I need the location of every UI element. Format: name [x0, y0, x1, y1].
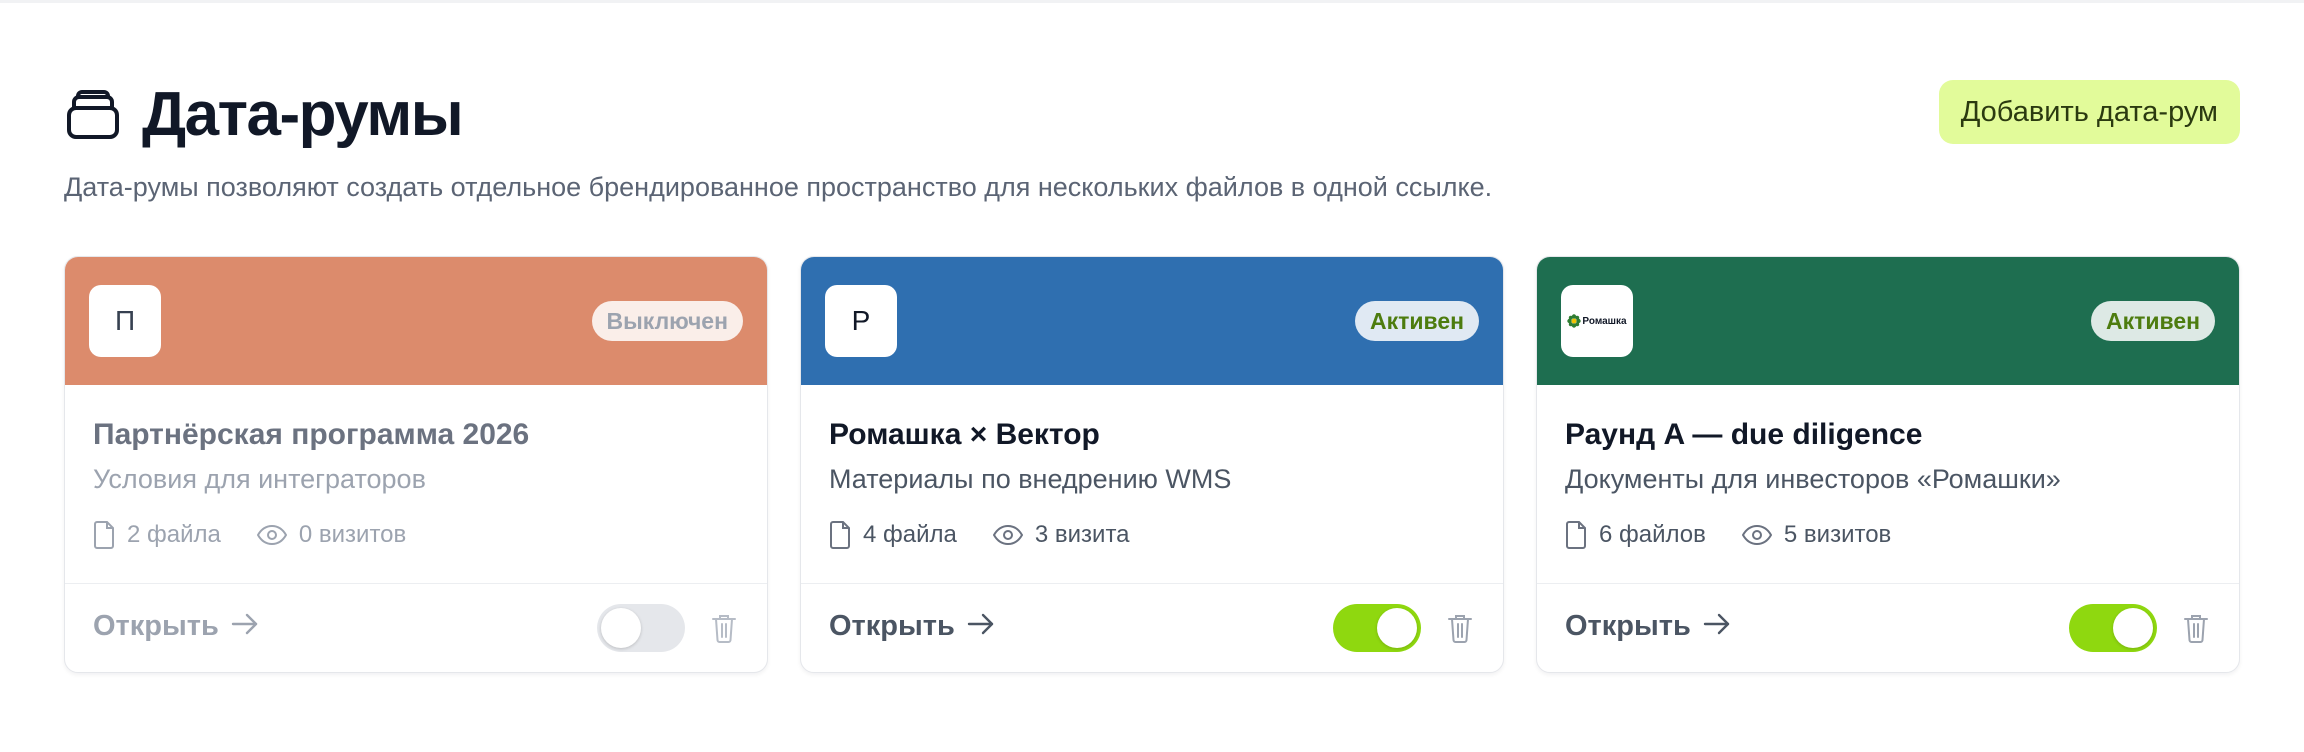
room-title: Раунд A — due diligence [1565, 418, 1923, 451]
arrow-right-icon [967, 610, 995, 643]
room-description: Материалы по внедрению WMS [829, 464, 1232, 494]
status-badge: Активен [1354, 301, 1479, 341]
room-logo-text: Ромашка [1582, 315, 1627, 327]
card-body: Ромашка × Вектор Материалы по внедрению … [829, 417, 1475, 550]
room-description: Условия для интеграторов [93, 464, 426, 494]
card-body: Партнёрская программа 2026 Условия для и… [93, 417, 739, 550]
page-header: Дата-румы Добавить дата-рум [64, 80, 2240, 150]
files-count-label: 6 файлов [1599, 521, 1706, 549]
visits-count-label: 5 визитов [1783, 521, 1892, 549]
open-label: Открыть [829, 610, 955, 642]
stack-folder-icon [64, 86, 122, 144]
top-divider [0, 0, 2304, 3]
eye-icon [1741, 525, 1772, 546]
data-room-cards: П Выключен Партнёрская программа 2026 Ус… [64, 256, 2240, 674]
arrow-right-icon [231, 610, 259, 643]
data-room-card: Р Активен Ромашка × Вектор Материалы по … [800, 256, 1504, 673]
card-body: Раунд A — due diligence Документы для ин… [1565, 417, 2211, 550]
trash-icon[interactable] [1445, 612, 1475, 644]
files-count: 6 файлов [1565, 521, 1706, 550]
room-logo: Р [825, 285, 897, 357]
visits-count-label: 3 визита [1034, 521, 1130, 549]
trash-icon[interactable] [2181, 612, 2211, 644]
visits-count: 3 визита [992, 521, 1130, 549]
status-badge: Выключен [591, 301, 743, 341]
room-title: Ромашка × Вектор [829, 418, 1100, 451]
visits-count-label: 0 визитов [298, 521, 407, 549]
room-description: Документы для инвесторов «Ромашки» [1565, 464, 2061, 494]
room-title: Партнёрская программа 2026 [93, 418, 530, 451]
open-room-link[interactable]: Открыть [1565, 610, 1731, 643]
arrow-right-icon [1703, 610, 1731, 643]
open-room-link[interactable]: Открыть [93, 610, 259, 643]
page-subtitle: Дата-румы позволяют создать отдельное бр… [64, 172, 1493, 202]
trash-icon[interactable] [709, 612, 739, 644]
toggle-knob [601, 608, 641, 648]
file-icon [93, 521, 115, 550]
open-room-link[interactable]: Открыть [829, 610, 995, 643]
room-enabled-toggle[interactable] [1333, 604, 1421, 652]
open-label: Открыть [93, 610, 219, 642]
page-title: Дата-румы [142, 80, 464, 149]
title-group: Дата-румы [64, 80, 464, 150]
room-logo: Ромашка [1561, 285, 1633, 357]
data-room-card: Ромашка Активен Раунд A — due diligence … [1536, 256, 2240, 673]
flower-icon [1567, 314, 1582, 328]
visits-count: 5 визитов [1741, 521, 1892, 549]
room-meta: 6 файлов 5 визитов [1565, 521, 2211, 550]
toggle-knob [1377, 608, 1417, 648]
files-count-label: 2 файла [127, 521, 221, 549]
files-count: 4 файла [829, 521, 957, 550]
eye-icon [992, 525, 1023, 546]
card-footer: Открыть [801, 583, 1503, 672]
card-footer: Открыть [1537, 583, 2239, 672]
visits-count: 0 визитов [256, 521, 407, 549]
eye-icon [256, 525, 287, 546]
room-logo-letter: П [114, 305, 136, 336]
toggle-knob [2113, 608, 2153, 648]
files-count: 2 файла [93, 521, 221, 550]
card-footer: Открыть [65, 583, 767, 672]
status-badge: Активен [2090, 301, 2215, 341]
room-logo: П [89, 285, 161, 357]
room-meta: 2 файла 0 визитов [93, 521, 739, 550]
open-label: Открыть [1565, 610, 1691, 642]
file-icon [829, 521, 851, 550]
data-room-card: П Выключен Партнёрская программа 2026 Ус… [64, 256, 768, 673]
file-icon [1565, 521, 1587, 550]
add-data-room-button[interactable]: Добавить дата-рум [1938, 80, 2240, 144]
room-logo-letter: Р [851, 305, 871, 336]
room-meta: 4 файла 3 визита [829, 521, 1475, 550]
room-enabled-toggle[interactable] [2069, 604, 2157, 652]
files-count-label: 4 файла [863, 521, 957, 549]
room-enabled-toggle[interactable] [597, 604, 685, 652]
